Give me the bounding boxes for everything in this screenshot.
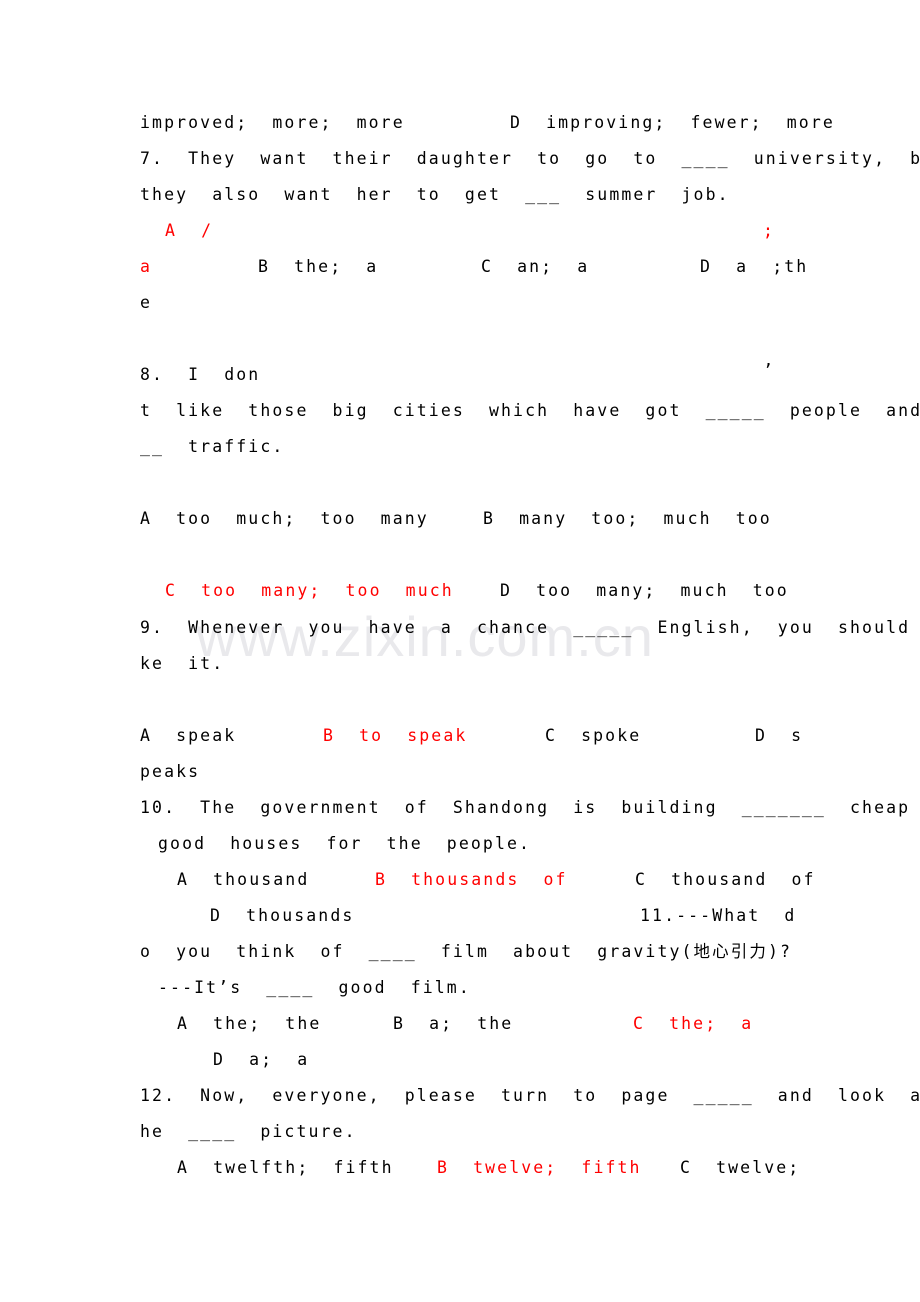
option-q7-a: A /: [165, 221, 214, 240]
option-q11-b: B a; the: [393, 1014, 514, 1033]
question-stem-8-line3: __ traffic.: [140, 437, 285, 456]
option-q10-d: D thousands: [210, 906, 355, 925]
option-q7-a-cont: a: [140, 257, 153, 276]
question-stem-11-line3: ---It’s ____ good film.: [158, 978, 471, 997]
option-q7-d-cont: e: [140, 293, 153, 312]
option-q8-a: A too much; too many: [140, 509, 429, 528]
question-stem-12-line1: 12. Now, everyone, please turn to page _…: [140, 1086, 920, 1105]
option-q8-d: D too many; much too: [500, 581, 789, 600]
document-page: www.zixin.com.cn improved; more; more D …: [0, 0, 920, 1302]
option-q9-b: B to speak: [323, 726, 468, 745]
option-text-q6-a: improved; more; more: [140, 113, 405, 132]
question-stem-8-apostrophe: ’: [763, 361, 776, 380]
question-stem-8-line1: 8. I don: [140, 365, 261, 384]
question-stem-7-line2: they also want her to get ___ summer job…: [140, 185, 730, 204]
option-q12-a: A twelfth; fifth: [177, 1158, 394, 1177]
option-q9-d: D s: [755, 726, 804, 745]
question-stem-11-line2: o you think of ____ film about gravity(地…: [140, 942, 793, 961]
question-stem-12-line2: he ____ picture.: [140, 1122, 357, 1141]
option-q11-d: D a; a: [213, 1050, 310, 1069]
option-q10-c: C thousand of: [635, 870, 816, 889]
question-stem-8-line2: t like those big cities which have got _…: [140, 401, 920, 420]
option-q7-c: C an; a: [481, 257, 590, 276]
option-q8-b: B many too; much too: [483, 509, 772, 528]
option-q9-a: A speak: [140, 726, 237, 745]
question-stem-10-line1: 10. The government of Shandong is buildi…: [140, 798, 920, 817]
option-q10-b: B thousands of: [375, 870, 568, 889]
option-q12-b: B twelve; fifth: [437, 1158, 642, 1177]
option-q11-c: C the; a: [633, 1014, 754, 1033]
question-stem-9-line2: ke it.: [140, 654, 225, 673]
option-q12-c: C twelve;: [680, 1158, 801, 1177]
option-q8-c: C too many; too much: [165, 581, 454, 600]
option-q9-d-cont: peaks: [140, 762, 201, 781]
option-q7-b: B the; a: [258, 257, 379, 276]
option-text-q6-d: D improving; fewer; more: [510, 113, 835, 132]
question-stem-11-line1: 11.---What d: [640, 906, 797, 925]
question-stem-9-line1: 9. Whenever you have a chance _____ Engl…: [140, 618, 920, 637]
question-stem-7-line1: 7. They want their daughter to go to ___…: [140, 149, 920, 168]
question-stem-10-line2: good houses for the people.: [158, 834, 532, 853]
option-q7-a-semicolon: ;: [763, 221, 776, 240]
option-q9-c: C spoke: [545, 726, 642, 745]
option-q7-d: D a ;th: [700, 257, 809, 276]
option-q11-a: A the; the: [177, 1014, 322, 1033]
option-q10-a: A thousand: [177, 870, 310, 889]
